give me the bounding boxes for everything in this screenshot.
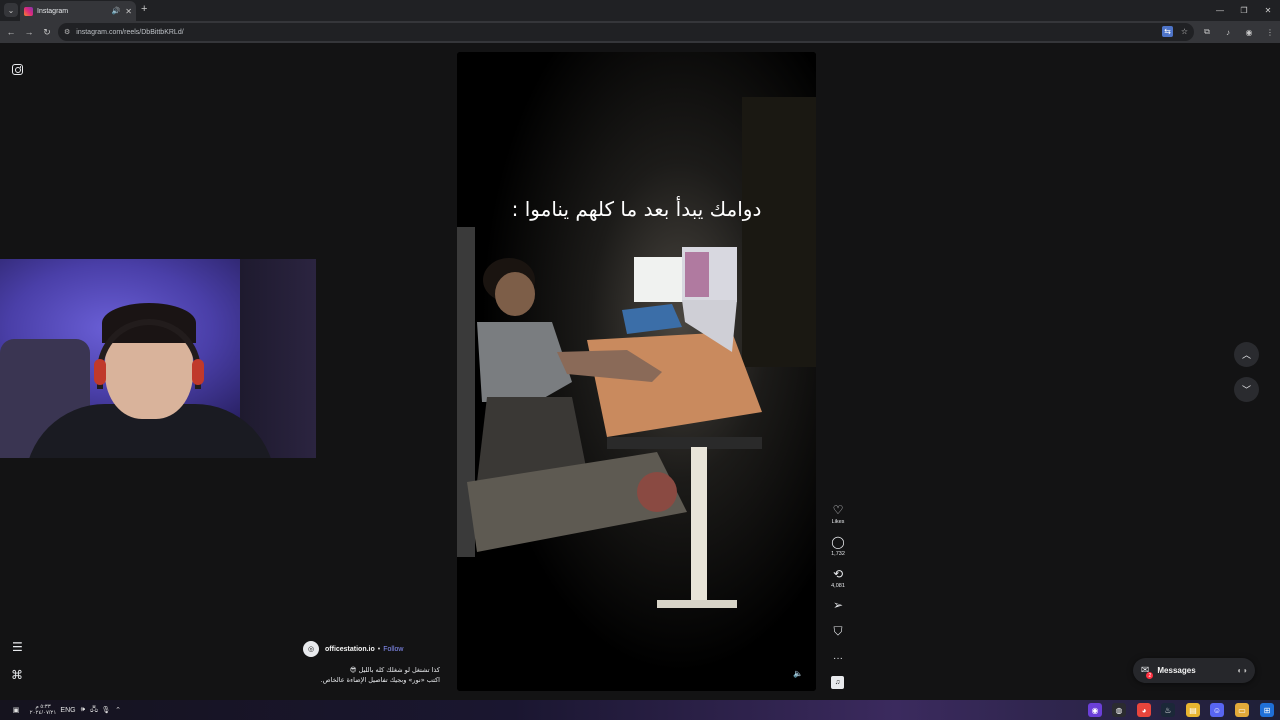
instagram-icon[interactable] <box>12 64 23 75</box>
browser-toolbar: ← → ↻ ⚙ instagram.com/reels/DbBittbKRLd/… <box>0 21 1280 43</box>
author-username[interactable]: officestation.io <box>325 646 375 653</box>
reel-caption-line2[interactable]: اكتب «نور» وبجيك تفاصيل الإضاءة عالخاص. <box>300 676 440 684</box>
reposts-count: 4,081 <box>831 583 845 589</box>
audio-thumbnail[interactable]: ♫ <box>831 676 844 689</box>
reel-caption-line1[interactable]: كذا تشتغل لو شغلك كله بالليل 😎 <box>310 666 440 674</box>
app-obs-icon[interactable]: ◉ <box>1088 703 1102 717</box>
app-obs-studio-icon[interactable]: ◍ <box>1112 703 1126 717</box>
share-button[interactable]: ➢ <box>824 598 852 612</box>
chevron-up-icon: ︿ <box>1241 350 1251 360</box>
kebab-menu-icon[interactable]: ⋮ <box>1264 25 1276 39</box>
bookmark-icon: ⛉ <box>833 624 843 638</box>
arrow-left-icon: ← <box>6 27 16 37</box>
comment-icon: ◯ <box>831 535 845 549</box>
close-icon[interactable]: ✕ <box>125 7 132 16</box>
restore-button[interactable]: ❐ <box>1232 0 1256 21</box>
plus-icon: + <box>141 3 148 15</box>
tray-chevron-icon[interactable]: ⌃ <box>113 703 123 717</box>
app-file-explorer-icon[interactable]: ▭ <box>1235 703 1249 717</box>
language-indicator[interactable]: ENG <box>60 703 75 717</box>
messages-avatars-icon: ◐◑ <box>1237 666 1247 675</box>
chevron-down-icon: ﹀ <box>1241 385 1251 395</box>
ellipsis-icon: ··· <box>833 653 843 664</box>
follow-button[interactable]: Follow <box>383 646 403 653</box>
messenger-icon: ✉ 2 <box>1141 665 1154 679</box>
reload-icon: ↻ <box>43 26 51 37</box>
comment-button[interactable]: ◯ 1,732 <box>824 535 852 557</box>
site-info-icon[interactable]: ⚙ <box>64 28 70 36</box>
forward-button[interactable]: → <box>22 25 36 39</box>
tab-instagram[interactable]: Instagram 🔊 ✕ <box>20 1 136 21</box>
send-icon: ➢ <box>832 598 844 612</box>
next-reel-button[interactable]: ﹀ <box>1234 377 1259 402</box>
notification-icon[interactable]: ▣ <box>10 703 22 717</box>
app-chrome-icon[interactable]: ◕ <box>1137 703 1151 717</box>
separator-dot: • <box>377 645 381 653</box>
back-button[interactable]: ← <box>4 25 18 39</box>
webcam-overlay <box>0 259 316 458</box>
messages-button[interactable]: ✉ 2 Messages ◐◑ <box>1133 658 1255 683</box>
taskbar: ▣ ٥:٣٣ م ٢٠٢٤/٠٧/٢١ ENG 🕪 🖧 🎙 ⌃ ◉ ◍ ◕ ♨ … <box>0 700 1280 720</box>
webcam-headset-ear-right <box>192 359 204 385</box>
previous-reel-button[interactable]: ︿ <box>1234 342 1259 367</box>
minimize-button[interactable]: — <box>1208 0 1232 21</box>
close-window-button[interactable]: ✕ <box>1256 0 1280 21</box>
translate-icon[interactable]: ⇆ <box>1162 26 1173 37</box>
extensions-icon[interactable]: ⧉ <box>1201 25 1213 39</box>
microphone-icon[interactable]: 🎙 <box>101 703 111 717</box>
star-icon[interactable]: ☆ <box>1179 26 1190 37</box>
browser-tab-bar: ⌄ Instagram 🔊 ✕ + — ❐ ✕ <box>0 0 1280 21</box>
reel-author: ◎ officestation.io • Follow <box>303 641 403 657</box>
reload-button[interactable]: ↻ <box>40 25 54 39</box>
heart-icon: ♡ <box>832 503 844 517</box>
like-button[interactable]: ♡ Likes <box>824 503 852 525</box>
app-discord-icon[interactable]: ☺ <box>1210 703 1224 717</box>
clock-date: ٢٠٢٤/٠٧/٢١ <box>29 710 57 716</box>
reel-overlay-text: دوامك يبدأ بعد ما كلهم يناموا : <box>511 197 762 221</box>
likes-label: Likes <box>831 519 845 525</box>
address-bar[interactable]: ⚙ instagram.com/reels/DbBittbKRLd/ ⇆ ☆ <box>58 23 1194 41</box>
instagram-favicon-icon <box>24 6 33 16</box>
app-steam-icon[interactable]: ♨ <box>1161 703 1175 717</box>
speaker-mute-icon[interactable]: 🔈 <box>793 669 803 678</box>
app-file-icon[interactable]: ▤ <box>1186 703 1200 717</box>
url-text: instagram.com/reels/DbBittbKRLd/ <box>76 28 184 36</box>
network-icon[interactable]: 🖧 <box>89 703 99 717</box>
repost-button[interactable]: ⟲ 4,081 <box>824 567 852 589</box>
arrow-right-icon: → <box>24 27 34 37</box>
hamburger-icon[interactable]: ☰ <box>12 640 23 654</box>
webcam-headset-ear-left <box>94 359 106 385</box>
instagram-reels-page: ☰ ⌘ دوامك يبدأ بعد ما كلهم يناموا: 🔈 ♡ … <box>0 43 1280 700</box>
messages-label: Messages <box>1157 666 1196 675</box>
media-icon[interactable]: ♪ <box>1222 25 1234 39</box>
chevron-down-icon: ⌄ <box>7 5 15 15</box>
clock[interactable]: ٥:٣٣ م ٢٠٢٤/٠٧/٢١ <box>28 703 58 717</box>
repost-icon: ⟲ <box>832 567 844 581</box>
comments-count: 1,732 <box>831 551 845 557</box>
volume-icon[interactable]: 🕪 <box>78 703 88 717</box>
meta-icon[interactable]: ⌘ <box>11 668 23 682</box>
window-controls: — ❐ ✕ <box>1208 0 1280 21</box>
tab-search-button[interactable]: ⌄ <box>4 3 18 17</box>
tab-title: Instagram <box>37 7 69 15</box>
more-options-button[interactable]: ··· <box>824 648 852 666</box>
avatar[interactable]: ◎ <box>303 641 319 657</box>
reel-video[interactable]: دوامك يبدأ بعد ما كلهم يناموا : 🔈 <box>457 52 816 691</box>
reel-video-frame <box>457 52 816 691</box>
save-button[interactable]: ⛉ <box>824 624 852 638</box>
speaker-icon[interactable]: 🔊 <box>112 7 121 15</box>
profile-icon[interactable]: ◉ <box>1243 25 1255 39</box>
messages-badge: 2 <box>1146 672 1154 679</box>
new-tab-button[interactable]: + <box>141 3 147 15</box>
start-menu-icon[interactable]: ⊞ <box>1260 703 1274 717</box>
